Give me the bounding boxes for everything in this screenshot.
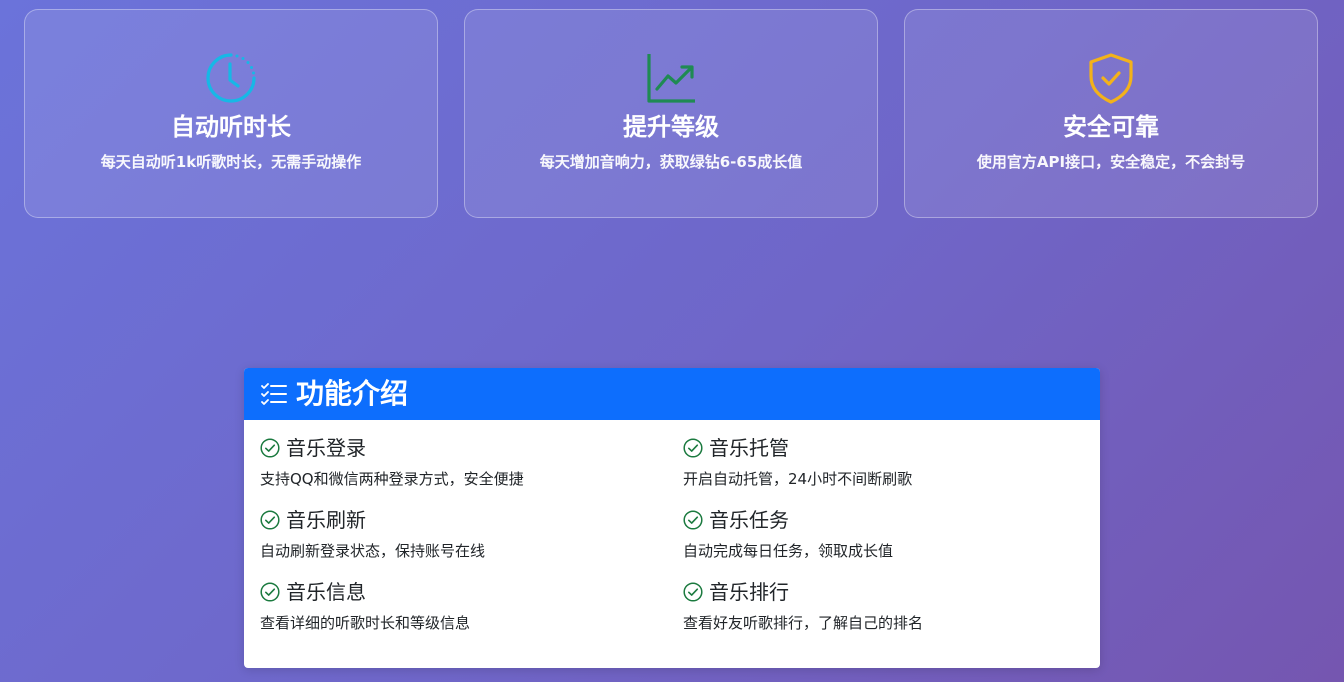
- card-description: 每天自动听1k听歌时长，无需手动操作: [100, 153, 362, 171]
- feature-item-music-tasks: 音乐任务 自动完成每日任务，领取成长值: [683, 506, 1083, 562]
- feature-item-title: 音乐排行: [709, 580, 789, 604]
- check-circle-icon: [683, 582, 703, 602]
- panel-header: 功能介绍: [244, 368, 1100, 420]
- shield-check-icon: [905, 52, 1317, 104]
- card-title: 安全可靠: [1063, 113, 1159, 141]
- feature-intro-panel: 功能介绍 音乐登录 支持QQ和微信两种登录方式，安全便捷 音乐托管 开启自动托管…: [244, 368, 1100, 668]
- check-circle-icon: [683, 510, 703, 530]
- trending-up-icon: [465, 52, 877, 104]
- check-circle-icon: [260, 510, 280, 530]
- feature-item-music-refresh: 音乐刷新 自动刷新登录状态，保持账号在线: [260, 506, 660, 562]
- feature-item-title: 音乐登录: [286, 436, 366, 460]
- feature-item-title: 音乐托管: [709, 436, 789, 460]
- feature-card-listen-time: 自动听时长 每天自动听1k听歌时长，无需手动操作: [24, 9, 438, 218]
- panel-title: 功能介绍: [296, 377, 409, 410]
- feature-item-music-hosting: 音乐托管 开启自动托管，24小时不间断刷歌: [683, 434, 1083, 490]
- feature-item-description: 开启自动托管，24小时不间断刷歌: [683, 470, 913, 488]
- feature-item-description: 自动刷新登录状态，保持账号在线: [260, 542, 486, 560]
- feature-item-description: 自动完成每日任务，领取成长值: [683, 542, 894, 560]
- check-circle-icon: [683, 438, 703, 458]
- check-circle-icon: [260, 438, 280, 458]
- feature-item-music-ranking: 音乐排行 查看好友听歌排行，了解自己的排名: [683, 578, 1083, 634]
- feature-item-music-login: 音乐登录 支持QQ和微信两种登录方式，安全便捷: [260, 434, 660, 490]
- feature-item-title: 音乐任务: [709, 508, 789, 532]
- feature-card-secure: 安全可靠 使用官方API接口，安全稳定，不会封号: [904, 9, 1318, 218]
- list-check-icon: [261, 383, 287, 405]
- card-title: 自动听时长: [171, 113, 291, 141]
- feature-item-title: 音乐刷新: [286, 508, 366, 532]
- check-circle-icon: [260, 582, 280, 602]
- card-title: 提升等级: [623, 113, 719, 141]
- card-description: 使用官方API接口，安全稳定，不会封号: [976, 153, 1246, 171]
- card-description: 每天增加音响力，获取绿钻6-65成长值: [539, 153, 803, 171]
- feature-item-title: 音乐信息: [286, 580, 366, 604]
- feature-item-description: 查看好友听歌排行，了解自己的排名: [683, 614, 924, 632]
- clock-icon: [25, 52, 437, 104]
- feature-item-music-info: 音乐信息 查看详细的听歌时长和等级信息: [260, 578, 660, 634]
- feature-item-description: 查看详细的听歌时长和等级信息: [260, 614, 471, 632]
- feature-card-level-up: 提升等级 每天增加音响力，获取绿钻6-65成长值: [464, 9, 878, 218]
- feature-item-description: 支持QQ和微信两种登录方式，安全便捷: [260, 470, 524, 488]
